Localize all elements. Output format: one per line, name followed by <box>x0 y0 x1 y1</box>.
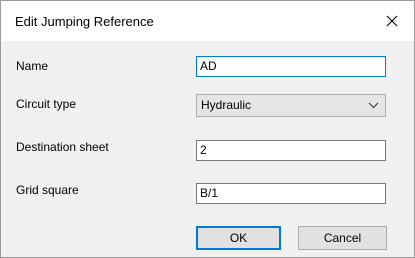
chevron-down-icon <box>368 102 379 109</box>
circuit-type-select[interactable]: Hydraulic <box>196 94 386 117</box>
name-input[interactable]: AD <box>196 56 386 77</box>
title-bar: Edit Jumping Reference <box>1 1 414 41</box>
destination-sheet-label: Destination sheet <box>16 140 109 154</box>
ok-button[interactable]: OK <box>196 226 281 250</box>
close-icon <box>386 15 398 27</box>
edit-jumping-reference-dialog: Edit Jumping Reference Name AD Circuit t… <box>0 0 415 258</box>
circuit-type-label: Circuit type <box>16 97 77 111</box>
grid-square-value: B/1 <box>200 186 219 200</box>
close-button[interactable] <box>379 9 405 33</box>
cancel-button[interactable]: Cancel <box>298 226 387 250</box>
grid-square-label: Grid square <box>16 183 79 197</box>
circuit-type-value: Hydraulic <box>201 98 252 112</box>
name-label: Name <box>16 59 49 73</box>
grid-square-input[interactable]: B/1 <box>196 183 386 204</box>
dialog-title: Edit Jumping Reference <box>15 14 154 29</box>
destination-sheet-input[interactable]: 2 <box>196 140 386 161</box>
destination-sheet-value: 2 <box>200 143 207 157</box>
name-input-value: AD <box>200 59 217 73</box>
